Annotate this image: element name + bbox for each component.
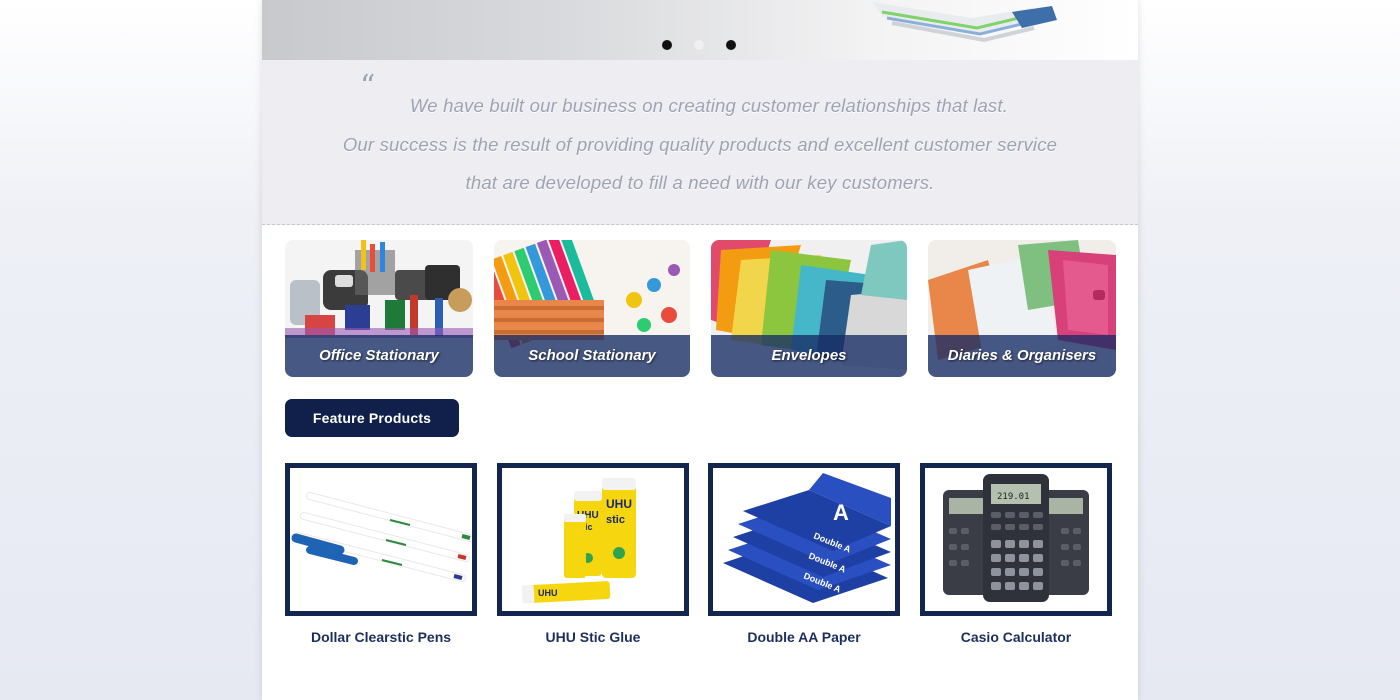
slider-dot-2[interactable] [694,40,704,50]
product-card-glue[interactable]: UHU stic UHU stic UHU UHU Stic Glue [497,463,689,645]
books-image [872,2,1057,43]
product-card-calculator[interactable]: 219.01 Casio Calculator [920,463,1112,645]
category-school-stationary[interactable]: School Stationary [494,240,690,377]
pens-photo [291,492,472,582]
page-container: “ We have built our business on creating… [262,0,1138,700]
category-label: Office Stationary [319,347,439,364]
hero-slider [262,0,1138,60]
product-name[interactable]: Double AA Paper [708,629,900,645]
svg-text:UHU: UHU [606,497,632,511]
feature-products-button[interactable]: Feature Products [285,399,459,437]
svg-text:A: A [833,500,849,525]
quote-line-2: Our success is the result of providing q… [342,134,1058,155]
slider-dot-3[interactable] [726,40,736,50]
product-image-frame[interactable] [285,463,477,616]
product-image-frame[interactable]: 219.01 [920,463,1112,616]
product-name[interactable]: Casio Calculator [920,629,1112,645]
product-image-frame[interactable]: A Double A Double A Double A [708,463,900,616]
category-office-stationary[interactable]: Office Stationary [285,240,473,377]
quote-section: “ We have built our business on creating… [262,60,1138,225]
product-image-frame[interactable]: UHU stic UHU stic UHU [497,463,689,616]
quote-line-3: that are developed to fill a need with o… [465,172,935,193]
product-card-pens[interactable]: Dollar Clearstic Pens [285,463,477,645]
category-diaries-organisers[interactable]: Diaries & Organisers [928,240,1116,377]
slider-dot-1[interactable] [662,40,672,50]
calculator-photo: 219.01 [943,474,1089,602]
svg-text:219.01: 219.01 [997,492,1030,502]
quote-line-1: We have built our business on creating c… [409,95,1009,116]
svg-text:UHU: UHU [538,588,558,598]
category-label: Envelopes [771,347,847,364]
category-envelopes[interactable]: Envelopes [711,240,907,377]
slider-dots [662,40,736,50]
product-card-paper[interactable]: A Double A Double A Double A Double AA P… [708,463,900,645]
glue-stick-photo: UHU stic UHU stic UHU [521,478,636,604]
category-label: School Stationary [528,347,656,364]
product-name[interactable]: UHU Stic Glue [497,629,689,645]
category-label: Diaries & Organisers [947,347,1097,364]
product-name[interactable]: Dollar Clearstic Pens [285,629,477,645]
paper-ream-photo: A Double A Double A Double A [723,473,891,603]
svg-text:stic: stic [606,514,625,526]
